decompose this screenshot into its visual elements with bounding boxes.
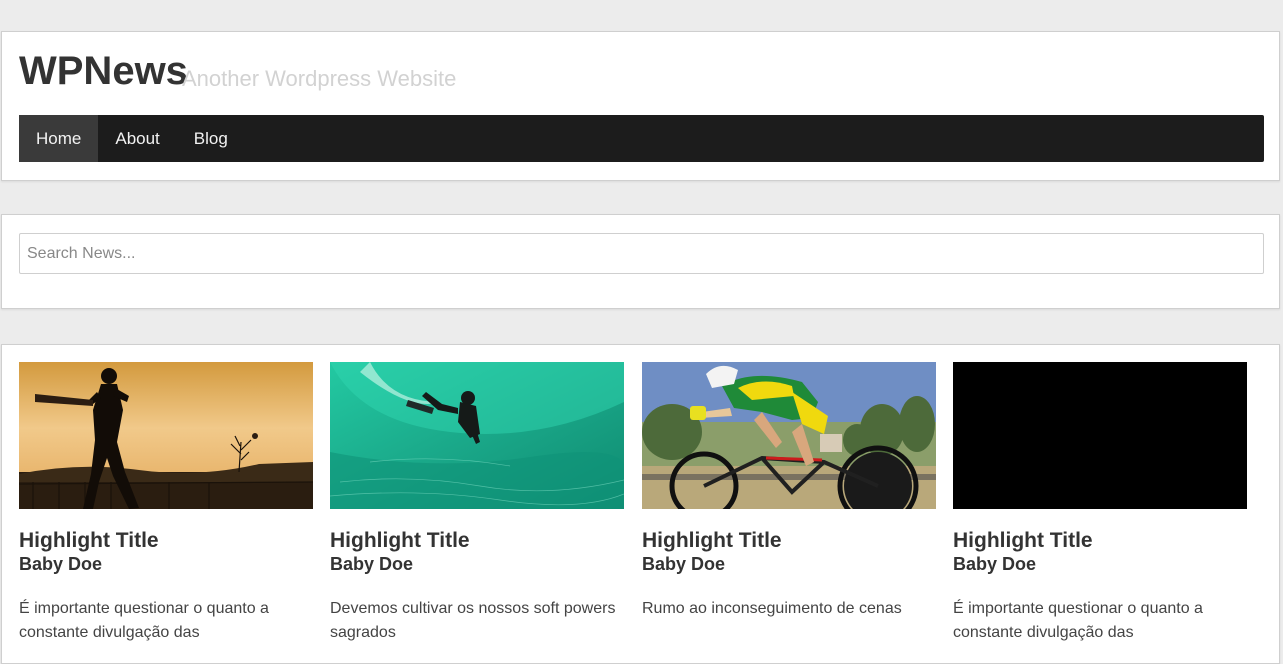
cricket-photo[interactable] <box>19 362 313 509</box>
highlight-card: Highlight Title Baby Doe Rumo ao inconse… <box>642 362 936 621</box>
nav-item-blog[interactable]: Blog <box>177 115 245 162</box>
highlight-author: Baby Doe <box>330 554 414 574</box>
nav-item-home[interactable]: Home <box>19 115 99 162</box>
bodyboard-photo[interactable] <box>330 362 624 509</box>
highlight-author: Baby Doe <box>953 554 1037 574</box>
highlight-author: Baby Doe <box>642 554 726 574</box>
highlight-title[interactable]: Highlight Title <box>642 529 936 553</box>
highlight-excerpt: Devemos cultivar os nossos soft powers s… <box>330 600 616 641</box>
site-tagline: Another Wordpress Website <box>182 66 457 91</box>
black-image[interactable] <box>953 362 1247 509</box>
site-title[interactable]: WPNews <box>19 49 188 94</box>
main-navbar: Home About Blog <box>19 115 1264 162</box>
highlight-title[interactable]: Highlight Title <box>330 529 624 553</box>
search-panel <box>1 214 1280 309</box>
highlight-excerpt: É importante questionar o quanto a const… <box>953 600 1203 641</box>
nav-item-about[interactable]: About <box>98 115 176 162</box>
search-input[interactable] <box>19 233 1264 274</box>
highlight-excerpt: É importante questionar o quanto a const… <box>19 600 269 641</box>
cyclist-photo[interactable] <box>642 362 936 509</box>
highlights-panel: Highlight Title Baby Doe É importante qu… <box>1 344 1280 664</box>
highlight-card: Highlight Title Baby Doe É importante qu… <box>953 362 1247 645</box>
highlight-excerpt: Rumo ao inconseguimento de cenas <box>642 600 902 617</box>
highlight-author: Baby Doe <box>19 554 103 574</box>
highlight-card: Highlight Title Baby Doe Devemos cultiva… <box>330 362 624 645</box>
highlight-title[interactable]: Highlight Title <box>19 529 313 553</box>
highlight-card: Highlight Title Baby Doe É importante qu… <box>19 362 313 645</box>
site-header: WPNews Another Wordpress Website Home Ab… <box>1 31 1280 181</box>
highlight-title[interactable]: Highlight Title <box>953 529 1247 553</box>
